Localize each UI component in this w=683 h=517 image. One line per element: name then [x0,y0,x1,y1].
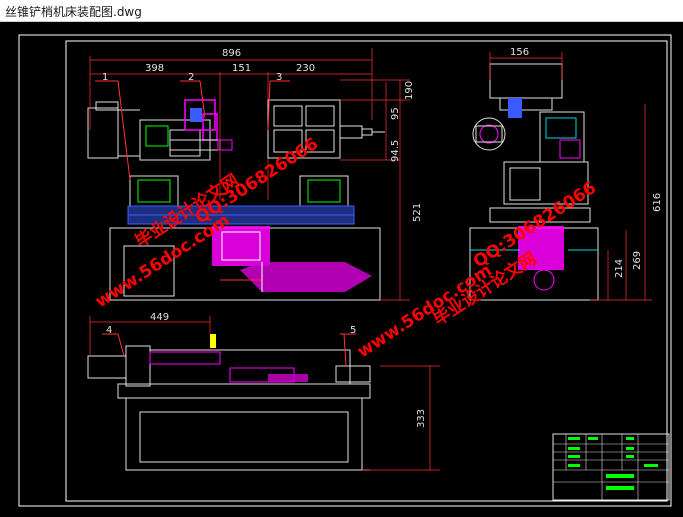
callout-2: 2 [188,72,194,83]
callout-5: 5 [350,325,356,336]
top-view [87,334,371,471]
dim-h-95: 95 [390,107,401,120]
dim-seg-mid: 151 [232,63,251,74]
callouts-front: 1 2 3 [95,72,290,181]
window-title: 丝锥铲梢机床装配图.dwg [5,5,142,19]
dim-bottom-width: 449 [150,312,169,323]
dim-h-214: 214 [614,259,625,278]
dim-h-269: 269 [632,251,643,270]
dim-h-94-5: 94.5 [390,140,401,162]
callout-4: 4 [106,325,112,336]
watermark-site-2: www.56doc.com [354,260,496,362]
dim-seg-left: 398 [145,63,164,74]
dim-side-width: 156 [510,47,529,58]
dim-h-333: 333 [416,409,427,428]
cad-drawing-canvas[interactable]: 896 398 151 230 190 95 94.5 521 1 2 3 15… [0,22,683,513]
callout-3: 3 [276,72,282,83]
dim-h-616: 616 [652,193,663,212]
dim-overall-width: 896 [222,48,241,59]
dim-h-190: 190 [404,81,415,100]
front-view [87,48,385,301]
dim-seg-right: 230 [296,63,315,74]
window-title-bar: 丝锥铲梢机床装配图.dwg [0,0,683,22]
dim-h-521: 521 [412,203,423,222]
title-block [552,433,670,501]
callout-1: 1 [102,72,108,83]
